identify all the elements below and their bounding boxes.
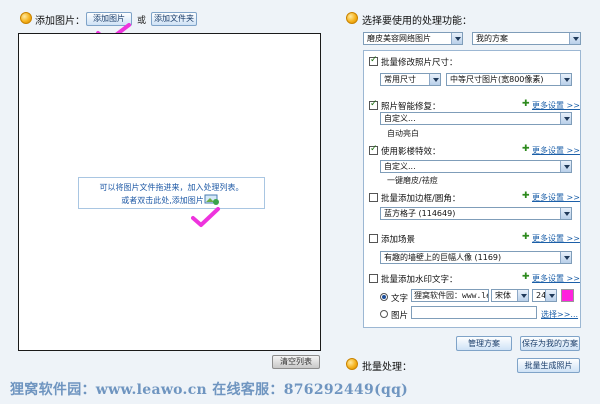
chevron-down-icon [560,208,571,219]
watermark-checkbox[interactable] [369,274,378,283]
border-label: 批量添加边框/圆角： [381,194,461,204]
orb-icon [20,12,32,24]
clear-list-button[interactable]: 清空列表 [272,355,320,369]
chevron-down-icon [569,33,580,44]
watermark-image-radio[interactable] [380,310,388,318]
repair-label: 照片智能修复： [381,102,441,112]
watermark-browse-link[interactable]: 选择>>... [541,309,578,320]
watermark-more-link[interactable]: 更多设置 >> [532,273,580,284]
chevron-down-icon [560,74,571,85]
batch-title: 批量处理： [362,362,412,373]
chevron-down-icon [560,113,571,124]
border-more-link[interactable]: 更多设置 >> [532,192,580,203]
footer-text: 狸窝软件园：www.leawo.cn 在线客服：876292449(qq) [10,382,409,398]
resize-checkbox[interactable] [369,55,378,66]
watermark-text-input[interactable]: 狸窝软件园：www.leaw [411,289,489,302]
annotation-checkmark-icon-2 [191,207,220,227]
watermark-size-select[interactable]: 24 [532,289,557,302]
watermark-text-radio-label: 文字 [391,294,409,304]
plus-icon: ✚ [522,191,530,201]
repair-checkbox[interactable] [369,99,378,110]
watermark-color-swatch[interactable] [561,289,574,302]
drop-hint-line2: 或者双击此处,添加图片 [121,196,204,205]
scene-more-link[interactable]: 更多设置 >> [532,233,580,244]
plus-icon: ✚ [522,144,530,154]
image-add-icon [204,194,219,205]
add-folder-button[interactable]: 添加文件夹 [151,12,197,26]
repair-select[interactable]: 自定义... [380,112,572,125]
drop-hint-box[interactable]: 可以将图片文件拖进来，加入处理列表。 或者双击此处,添加图片 [78,177,265,209]
repair-more-link[interactable]: 更多设置 >> [532,100,580,111]
save-scheme-button[interactable]: 保存为我的方案 [520,336,580,351]
scene-checkbox[interactable] [369,234,378,243]
effect-more-link[interactable]: 更多设置 >> [532,145,580,156]
plus-icon: ✚ [522,99,530,109]
chevron-down-icon [560,161,571,172]
add-image-title: 添加图片： [35,16,85,27]
chevron-down-icon [517,290,528,301]
scene-select[interactable]: 有趣的墙壁上的巨幅人像 (1169) [380,251,572,264]
watermark-text-radio[interactable] [380,293,388,301]
effect-label: 使用影楼特效： [381,147,441,157]
chevron-down-icon [545,290,556,301]
or-text: 或 [137,16,147,26]
resize-size-select[interactable]: 中等尺寸图片(宽800像素) [446,73,572,86]
drop-hint-line1: 可以将图片文件拖进来，加入处理列表。 [99,183,244,192]
chevron-down-icon [429,74,440,85]
orb-icon [346,12,358,24]
effect-select[interactable]: 自定义... [380,160,572,173]
watermark-image-path-input[interactable] [411,306,537,319]
manage-scheme-button[interactable]: 管理方案 [456,336,512,351]
scene-label: 添加场景 [381,235,416,245]
batch-generate-button[interactable]: 批量生成照片 [517,358,580,373]
chevron-down-icon [560,252,571,263]
resize-label: 批量修改照片尺寸： [381,58,458,68]
chevron-down-icon [451,33,462,44]
watermark-image-radio-label: 图片 [391,311,409,321]
watermark-label: 批量添加水印文字： [381,275,458,285]
function-title: 选择要使用的处理功能： [362,16,472,27]
effect-sub-text: 一键磨皮/祛痘 [387,176,438,185]
border-select[interactable]: 蓝方格子 (114649) [380,207,572,220]
watermark-font-select[interactable]: 宋体 [491,289,529,302]
repair-sub-text: 自动亮白 [387,129,419,138]
scheme-select[interactable]: 我的方案 [472,32,581,45]
resize-mode-select[interactable]: 常用尺寸 [380,73,441,86]
effect-checkbox[interactable] [369,144,378,155]
template-select[interactable]: 磨皮美容网络图片 [363,32,463,45]
border-checkbox[interactable] [369,193,378,202]
plus-icon: ✚ [522,232,530,242]
function-panel [363,50,581,328]
plus-icon: ✚ [522,272,530,282]
orb-icon [346,358,358,370]
